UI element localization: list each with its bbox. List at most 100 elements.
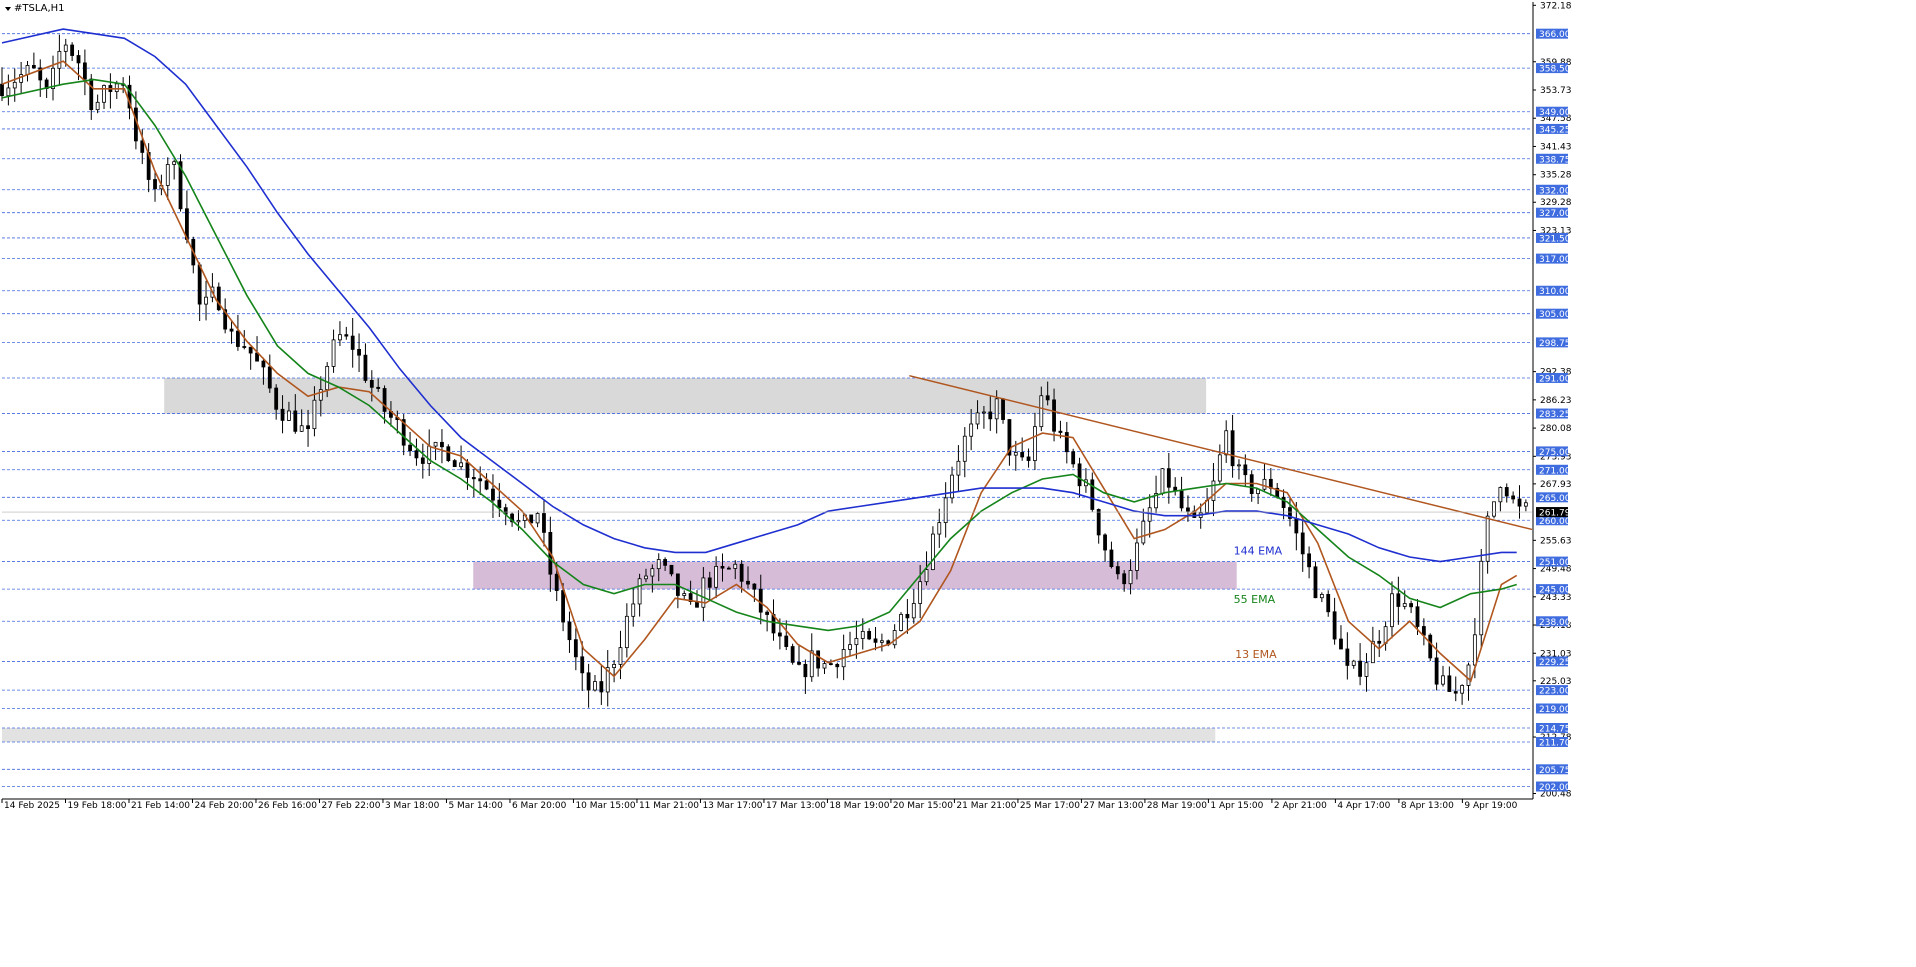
level-price-tag[interactable]: 283.25	[1536, 408, 1571, 421]
level-price-tag[interactable]: 327.00	[1536, 207, 1571, 220]
x-tick-label: 5 Mar 14:00	[448, 801, 503, 811]
x-tick-label: 27 Feb 22:00	[321, 801, 380, 811]
chart-header: #TSLA,H1	[5, 3, 65, 14]
x-tick-label: 3 Mar 18:00	[385, 801, 440, 811]
level-price-tag[interactable]: 219.00	[1536, 703, 1571, 715]
level-price-tag[interactable]: 305.00	[1536, 308, 1571, 321]
x-tick-label: 24 Feb 20:00	[194, 801, 253, 811]
level-price-tag[interactable]: 317.00	[1536, 253, 1571, 266]
svg-text:211.70: 211.70	[1539, 738, 1571, 748]
level-price-tag[interactable]: 349.00	[1536, 106, 1571, 119]
svg-text:261.79: 261.79	[1539, 509, 1571, 519]
level-price-tag[interactable]: 223.00	[1536, 685, 1571, 697]
y-tick-label: 353.73	[1540, 86, 1572, 96]
svg-text:338.75: 338.75	[1539, 155, 1571, 165]
candle	[1313, 561, 1318, 599]
svg-text:238.00: 238.00	[1539, 618, 1571, 628]
level-price-tag[interactable]: 345.25	[1536, 123, 1571, 135]
candle	[1160, 467, 1165, 496]
x-tick-label: 20 Mar 15:00	[893, 801, 953, 811]
level-price-tag[interactable]: 271.00	[1536, 464, 1571, 477]
symbol-label: #TSLA,H1	[14, 3, 65, 14]
level-price-tag[interactable]: 338.75	[1536, 153, 1571, 166]
level-price-tag[interactable]: 265.00	[1536, 492, 1571, 504]
svg-text:214.75: 214.75	[1539, 724, 1571, 734]
x-tick-label: 17 Mar 13:00	[766, 801, 826, 811]
candle	[899, 612, 903, 632]
x-tick-label: 11 Mar 21:00	[639, 801, 699, 811]
x-tick-label: 6 Mar 20:00	[512, 801, 567, 811]
price-chart[interactable]: 144 EMA55 EMA13 EMA 372.18359.88353.7334…	[0, 0, 1916, 963]
y-tick-label: 329.28	[1540, 198, 1572, 208]
level-price-tag[interactable]: 214.75	[1536, 722, 1571, 735]
svg-text:317.00: 317.00	[1539, 255, 1571, 265]
level-price-tag[interactable]: 202.00	[1536, 781, 1571, 794]
svg-text:366.00: 366.00	[1539, 30, 1571, 40]
svg-text:345.25: 345.25	[1539, 125, 1571, 135]
x-tick-label: 13 Mar 17:00	[702, 801, 762, 811]
candle	[1428, 633, 1433, 662]
x-tick-label: 4 Apr 17:00	[1337, 801, 1390, 811]
x-tick-label: 8 Apr 13:00	[1401, 801, 1454, 811]
svg-text:283.25: 283.25	[1539, 410, 1571, 420]
chart-window: 144 EMA 55 EMA 13 EMA 372.18 359.88 353.73 34…	[0, 0, 1916, 963]
svg-text:310.00: 310.00	[1539, 287, 1571, 297]
x-tick-label: 19 Feb 18:00	[67, 801, 126, 811]
y-tick-label: 255.63	[1540, 536, 1572, 546]
55-ema-label: 55 EMA	[1234, 593, 1276, 606]
candle	[790, 643, 795, 665]
x-tick-label: 21 Mar 21:00	[956, 801, 1016, 811]
candle	[178, 154, 183, 212]
level-price-tag[interactable]: 205.75	[1536, 764, 1571, 776]
level-price-tag[interactable]: 245.00	[1536, 584, 1571, 596]
candle	[216, 282, 221, 312]
support-zone	[2, 727, 1216, 742]
x-tick-label: 25 Mar 17:00	[1020, 801, 1080, 811]
svg-text:271.00: 271.00	[1539, 466, 1571, 476]
candle	[1492, 501, 1496, 519]
x-tick-label: 21 Feb 14:00	[131, 801, 190, 811]
svg-text:251.00: 251.00	[1539, 558, 1571, 568]
svg-text:202.00: 202.00	[1539, 783, 1571, 793]
y-tick-label: 267.93	[1540, 480, 1572, 490]
level-price-tag[interactable]: 298.75	[1536, 337, 1571, 349]
candle	[1479, 548, 1484, 648]
level-price-tag[interactable]: 321.50	[1536, 232, 1571, 245]
level-price-tag[interactable]: 251.00	[1536, 556, 1571, 569]
svg-text:219.00: 219.00	[1539, 705, 1571, 715]
level-price-tag[interactable]: 238.00	[1536, 616, 1571, 628]
x-tick-label: 26 Feb 16:00	[258, 801, 317, 811]
144-ema-label: 144 EMA	[1234, 545, 1283, 558]
level-price-tag[interactable]: 366.00	[1536, 28, 1571, 41]
level-price-tag[interactable]: 332.00	[1536, 184, 1571, 197]
y-tick-label: 280.08	[1540, 424, 1572, 434]
svg-text:358.50: 358.50	[1539, 65, 1571, 75]
y-tick-label: 286.23	[1540, 396, 1572, 406]
level-price-tag[interactable]: 229.25	[1536, 656, 1571, 668]
svg-text:349.00: 349.00	[1539, 108, 1571, 118]
svg-text:321.50: 321.50	[1539, 234, 1571, 244]
13-ema-label: 13 EMA	[1235, 648, 1277, 661]
svg-text:298.75: 298.75	[1539, 339, 1571, 349]
current-price-tag: 261.79	[1536, 507, 1571, 519]
svg-text:327.00: 327.00	[1539, 209, 1571, 219]
x-tick-label: 10 Mar 15:00	[575, 801, 635, 811]
level-price-tag[interactable]: 358.50	[1536, 63, 1571, 75]
y-tick-label: 341.43	[1540, 142, 1572, 152]
x-tick-label: 2 Apr 21:00	[1274, 801, 1327, 811]
level-price-tag[interactable]: 275.00	[1536, 446, 1571, 458]
candle	[452, 459, 457, 468]
level-price-tag[interactable]: 211.70	[1536, 736, 1571, 749]
y-tick-label: 335.28	[1540, 171, 1572, 181]
x-tick-label: 14 Feb 2025	[4, 801, 60, 811]
level-price-tag[interactable]: 291.00	[1536, 372, 1571, 385]
x-tick-label: 18 Mar 19:00	[829, 801, 889, 811]
svg-text:291.00: 291.00	[1539, 374, 1571, 384]
svg-text:229.25: 229.25	[1539, 658, 1571, 668]
svg-text:223.00: 223.00	[1539, 687, 1571, 697]
x-tick-label: 1 Apr 15:00	[1210, 801, 1263, 811]
level-price-tag[interactable]: 310.00	[1536, 285, 1571, 298]
candle	[1001, 398, 1005, 424]
x-tick-label: 9 Apr 19:00	[1464, 801, 1517, 811]
svg-text:205.75: 205.75	[1539, 766, 1571, 776]
